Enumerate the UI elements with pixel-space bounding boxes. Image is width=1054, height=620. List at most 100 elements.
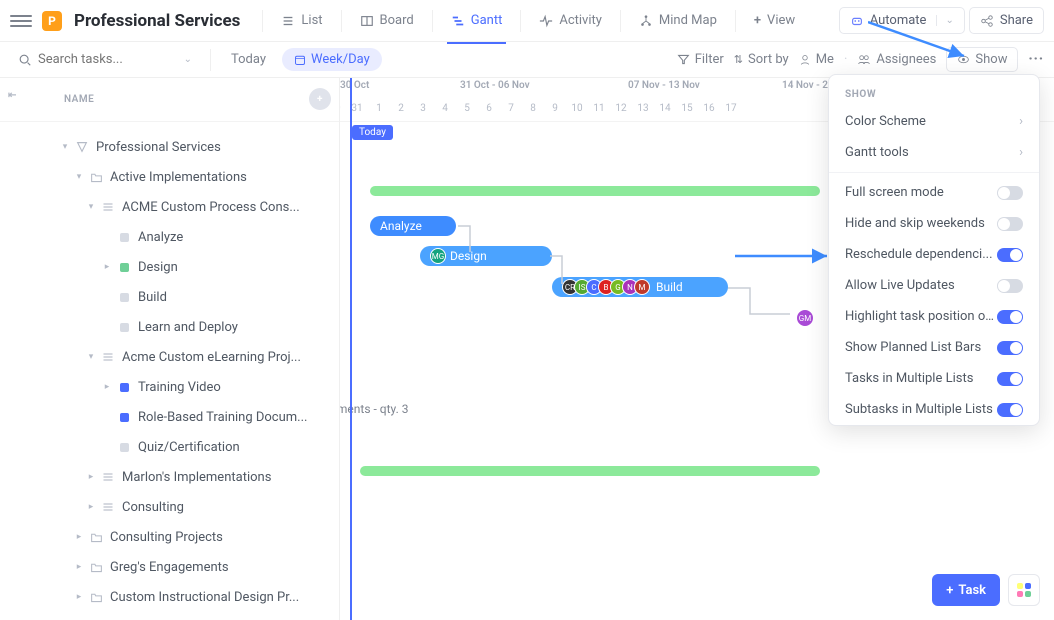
tree-row[interactable]: ▸Consulting bbox=[0, 492, 339, 522]
tree-row[interactable]: ▸Consulting Projects bbox=[0, 522, 339, 552]
tree-row[interactable]: Build bbox=[0, 282, 339, 312]
toggle-switch[interactable] bbox=[997, 341, 1023, 355]
collapse-icon[interactable]: ⇤ bbox=[8, 90, 17, 101]
toggle-switch[interactable] bbox=[997, 186, 1023, 200]
menu-button[interactable] bbox=[10, 10, 32, 32]
day-label: 17 bbox=[720, 103, 742, 114]
caret-icon[interactable]: ▸ bbox=[102, 382, 112, 392]
divider bbox=[432, 10, 433, 32]
chevron-right-icon: › bbox=[1019, 145, 1023, 160]
list-icon bbox=[281, 14, 295, 28]
gantt-bar-design[interactable]: MG Design bbox=[420, 246, 552, 266]
view-add-label: View bbox=[767, 13, 795, 28]
caret-icon[interactable]: ▸ bbox=[102, 262, 112, 272]
scale-weekday-label: Week/Day bbox=[311, 52, 370, 67]
popover-toggle-row[interactable]: Full screen mode bbox=[829, 177, 1039, 208]
gantt-bar-build[interactable]: CR IS C B G N M Build bbox=[552, 277, 728, 297]
tree-row[interactable]: ▸ Design bbox=[0, 252, 339, 282]
filter-button[interactable]: Filter bbox=[677, 52, 724, 67]
popover-toggle-row[interactable]: Allow Live Updates bbox=[829, 270, 1039, 301]
chevron-down-icon[interactable]: ⌄ bbox=[184, 54, 192, 65]
view-mindmap[interactable]: Mind Map bbox=[629, 7, 727, 34]
gantt-bar-list[interactable] bbox=[370, 186, 820, 196]
view-gantt-label: Gantt bbox=[471, 13, 503, 28]
toggle-switch[interactable] bbox=[997, 217, 1023, 231]
popover-toggle-row[interactable]: Highlight task position o... bbox=[829, 301, 1039, 332]
tree-row[interactable]: ▾ACME Custom Process Cons... bbox=[0, 192, 339, 222]
tree-row-label: Design bbox=[138, 260, 178, 275]
popover-toggle-row[interactable]: Subtasks in Multiple Lists bbox=[829, 394, 1039, 425]
more-button[interactable]: ··· bbox=[1028, 52, 1044, 67]
add-task-circle[interactable]: + bbox=[309, 88, 331, 110]
tree-row[interactable]: ▸Marlon's Implementations bbox=[0, 462, 339, 492]
priority-icon bbox=[116, 319, 132, 335]
avatar: M bbox=[634, 279, 650, 295]
scale-weekday[interactable]: Week/Day bbox=[282, 48, 382, 71]
popover-toggle-row[interactable]: Hide and skip weekends bbox=[829, 208, 1039, 239]
toggle-switch[interactable] bbox=[997, 248, 1023, 262]
show-popover: SHOW Color Scheme › Gantt tools › Full s… bbox=[828, 74, 1040, 426]
tree-row[interactable]: ▾Professional Services bbox=[0, 132, 339, 162]
view-add[interactable]: + View bbox=[744, 7, 805, 34]
tree-row[interactable]: Quiz/Certification bbox=[0, 432, 339, 462]
tree-row[interactable]: ▾Acme Custom eLearning Proj... bbox=[0, 342, 339, 372]
caret-icon[interactable]: ▸ bbox=[74, 532, 84, 542]
tree-row[interactable]: ▾Active Implementations bbox=[0, 162, 339, 192]
caret-icon[interactable]: ▸ bbox=[74, 562, 84, 572]
list-icon bbox=[100, 199, 116, 215]
assignees-button[interactable]: Assignees bbox=[857, 52, 936, 67]
search-input[interactable] bbox=[38, 52, 158, 67]
today-button[interactable]: Today bbox=[221, 48, 276, 71]
share-button[interactable]: Share bbox=[969, 7, 1044, 34]
dependency-lines bbox=[450, 216, 810, 326]
popover-header: SHOW bbox=[829, 75, 1039, 106]
caret-icon[interactable]: ▾ bbox=[86, 352, 96, 362]
week-label: 31 Oct - 06 Nov bbox=[460, 80, 530, 91]
toggle-switch[interactable] bbox=[997, 279, 1023, 293]
tree-row[interactable]: Analyze bbox=[0, 222, 339, 252]
gantt-icon bbox=[451, 14, 465, 28]
automate-button[interactable]: Automate ⌄ bbox=[839, 7, 965, 34]
tree-row[interactable]: ▸Custom Instructional Design Pr... bbox=[0, 582, 339, 612]
caret-icon[interactable]: ▸ bbox=[86, 502, 96, 512]
view-board[interactable]: Board bbox=[350, 7, 424, 34]
day-label: 5 bbox=[456, 103, 478, 114]
caret-icon[interactable]: ▾ bbox=[74, 172, 84, 182]
new-task-label: Task bbox=[958, 583, 986, 598]
popover-toggle-row[interactable]: Tasks in Multiple Lists bbox=[829, 363, 1039, 394]
toggle-switch[interactable] bbox=[997, 372, 1023, 386]
caret-icon[interactable]: ▾ bbox=[60, 142, 70, 152]
space-avatar: P bbox=[42, 11, 62, 31]
search-input-wrapper[interactable]: ⌄ bbox=[10, 49, 200, 70]
gantt-bar-analyze[interactable]: Analyze bbox=[370, 216, 456, 236]
list-icon bbox=[100, 349, 116, 365]
popover-toggle-row[interactable]: Reschedule dependenci... bbox=[829, 239, 1039, 270]
gantt-bar-label: Design bbox=[450, 249, 487, 263]
tree-row[interactable]: ▸Training Video bbox=[0, 372, 339, 402]
caret-icon[interactable]: ▸ bbox=[86, 472, 96, 482]
day-label: 7 bbox=[500, 103, 522, 114]
new-task-button[interactable]: + Task bbox=[932, 574, 1000, 606]
popover-nav-colorscheme[interactable]: Color Scheme › bbox=[829, 106, 1039, 137]
sortby-button[interactable]: ⇅ Sort by bbox=[734, 52, 789, 67]
view-board-label: Board bbox=[380, 13, 414, 28]
popover-nav-gantttools[interactable]: Gantt tools › bbox=[829, 137, 1039, 168]
tree-row[interactable]: Learn and Deploy bbox=[0, 312, 339, 342]
gantt-bar-list[interactable] bbox=[360, 466, 820, 476]
person-icon bbox=[799, 54, 811, 66]
view-list[interactable]: List bbox=[271, 7, 332, 34]
caret-icon[interactable]: ▸ bbox=[74, 592, 84, 602]
me-button[interactable]: Me bbox=[799, 52, 834, 67]
show-label: Show bbox=[975, 52, 1007, 67]
show-button[interactable]: Show bbox=[946, 47, 1018, 72]
apps-button[interactable] bbox=[1008, 574, 1040, 606]
view-gantt[interactable]: Gantt bbox=[441, 7, 513, 34]
popover-toggle-row[interactable]: Show Planned List Bars bbox=[829, 332, 1039, 363]
caret-icon[interactable]: ▾ bbox=[86, 202, 96, 212]
gantt-bar-learn[interactable]: GM bbox=[796, 309, 810, 327]
tree-row[interactable]: ▸Greg's Engagements bbox=[0, 552, 339, 582]
toggle-switch[interactable] bbox=[997, 310, 1023, 324]
tree-row[interactable]: Role-Based Training Docum... bbox=[0, 402, 339, 432]
toggle-switch[interactable] bbox=[997, 403, 1023, 417]
view-activity[interactable]: Activity bbox=[529, 7, 612, 34]
